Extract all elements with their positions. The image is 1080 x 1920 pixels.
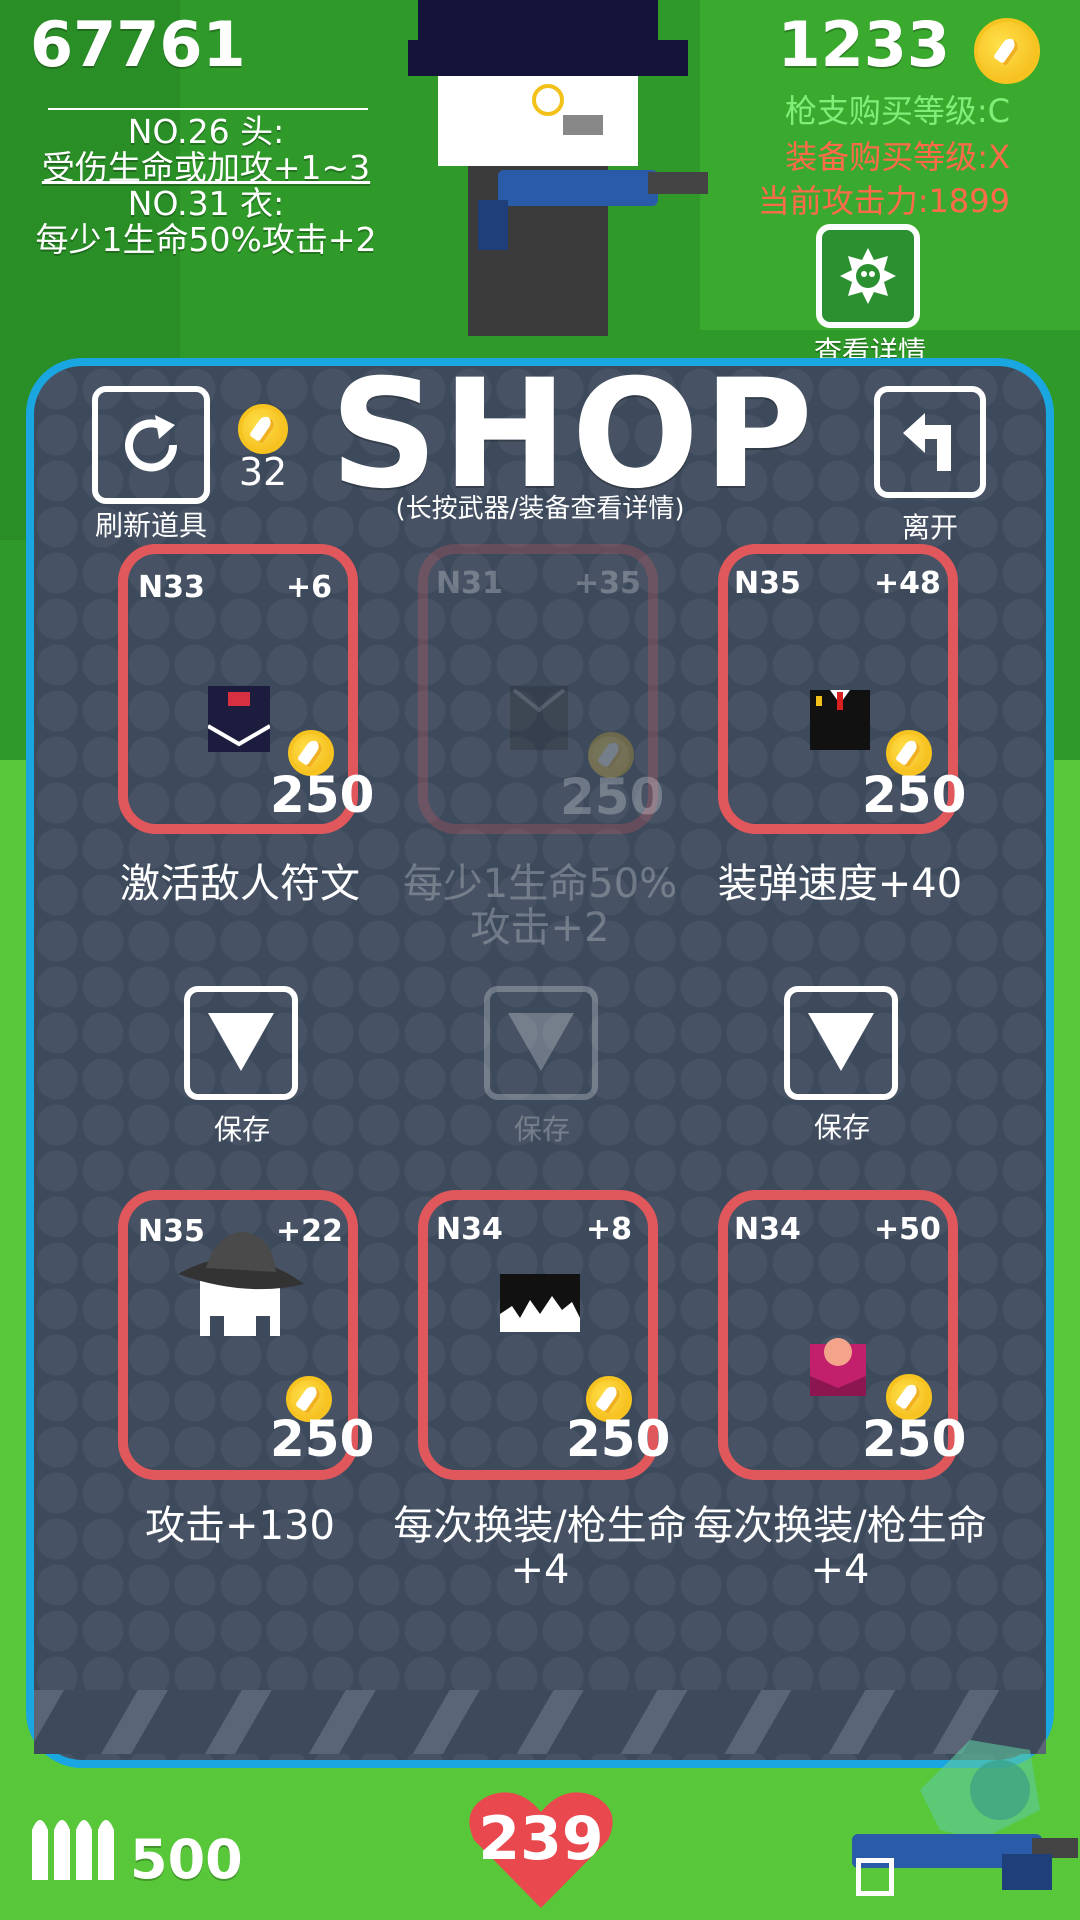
item-bonus: +6 <box>286 570 333 605</box>
refresh-cost: 32 <box>238 450 288 494</box>
item-bonus: +35 <box>574 566 641 601</box>
coin-counter: 1233 <box>777 8 950 81</box>
save-label: 保存 <box>213 1113 270 1146</box>
down-arrow-icon <box>808 1013 874 1071</box>
skull-badge-icon <box>840 248 896 304</box>
item-price: 250 <box>862 1410 967 1468</box>
save-label: 保存 <box>813 1111 870 1144</box>
item-id: N34 <box>734 1212 801 1247</box>
leave-label: 离开 <box>901 511 958 544</box>
pink-head-icon <box>810 1338 866 1396</box>
item-id: N31 <box>436 566 503 601</box>
item-id: N35 <box>734 566 801 601</box>
equipped-head-title: NO.26 头: <box>127 112 285 151</box>
item-price: 250 <box>270 1410 375 1468</box>
shop-subtitle: (长按武器/装备查看详情) <box>395 494 685 524</box>
score-counter: 67761 <box>30 8 246 81</box>
save-button[interactable] <box>484 986 598 1100</box>
item-description: 攻击+130 <box>145 1503 335 1549</box>
player-character <box>408 0 708 336</box>
gun-purchase-level: 枪支购买等级:C <box>784 92 1010 130</box>
ammo-counter: 500 <box>130 1828 243 1891</box>
equipped-head-effect: 受伤生命或加攻+1~3 <box>41 148 371 187</box>
coin-icon <box>974 18 1040 84</box>
item-bonus: +48 <box>874 566 941 601</box>
coin-icon <box>238 404 288 454</box>
equipped-info: NO.26 头: 受伤生命或加攻+1~3 NO.31 衣: 每少1生命50%攻击… <box>28 108 384 258</box>
coat-icon <box>510 686 568 750</box>
item-description: 每次换装/枪生命+4 <box>393 1503 687 1593</box>
refresh-items-label: 刷新道具 <box>94 509 207 542</box>
item-description: 装弹速度+40 <box>717 861 963 907</box>
fedora-hat-icon <box>178 1232 304 1336</box>
vest-icon <box>208 686 270 752</box>
item-price: 250 <box>270 766 375 824</box>
item-price: 250 <box>566 1410 671 1468</box>
divider <box>48 108 368 110</box>
current-attack: 当前攻击力:1899 <box>757 182 1010 220</box>
save-button[interactable] <box>184 986 298 1100</box>
down-arrow-icon <box>508 1013 574 1071</box>
hair-icon <box>500 1274 580 1332</box>
save-button[interactable] <box>784 986 898 1100</box>
item-id: N33 <box>138 570 205 605</box>
item-price: 250 <box>862 766 967 824</box>
weapon-slot-box[interactable] <box>856 1858 894 1896</box>
suit-icon <box>810 690 870 750</box>
item-description: 激活敌人符文 <box>120 861 360 907</box>
item-description: 每少1生命50%攻击+2 <box>402 861 678 951</box>
down-arrow-icon <box>208 1013 274 1071</box>
view-details-button[interactable] <box>816 224 920 328</box>
gear-purchase-level: 装备购买等级:X <box>785 138 1010 176</box>
ammo-icon <box>32 1820 114 1880</box>
save-label: 保存 <box>513 1113 570 1146</box>
equipped-body-effect: 每少1生命50%攻击+2 <box>35 220 377 259</box>
item-bonus: +50 <box>874 1212 941 1247</box>
refresh-icon <box>125 415 178 472</box>
refresh-items-button[interactable] <box>92 386 210 504</box>
back-arrow-icon <box>903 413 951 471</box>
item-price: 250 <box>560 768 665 826</box>
item-bonus: +8 <box>586 1212 633 1247</box>
health-counter: 239 <box>478 1804 604 1874</box>
item-description: 每次换装/枪生命+4 <box>693 1503 987 1593</box>
equipped-body-title: NO.31 衣: <box>127 184 285 223</box>
hazard-stripes <box>34 1690 1046 1754</box>
leave-button[interactable] <box>874 386 986 498</box>
item-id: N34 <box>436 1212 503 1247</box>
